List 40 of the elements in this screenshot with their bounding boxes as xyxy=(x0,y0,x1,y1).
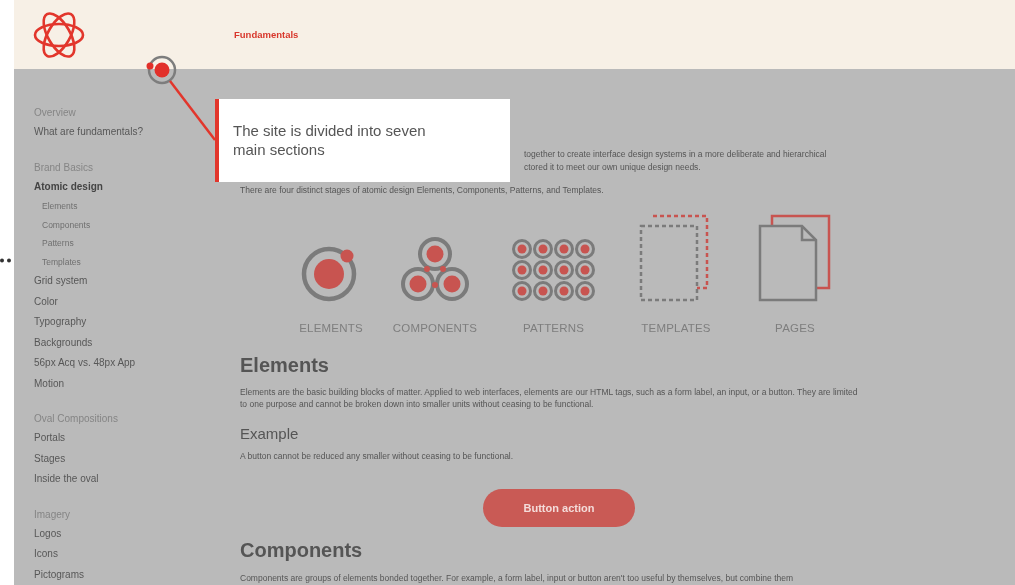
nav-item[interactable]: Color xyxy=(34,291,58,312)
nav-item[interactable]: Inside the oval xyxy=(34,469,99,490)
action-button[interactable]: Button action xyxy=(483,489,635,527)
callout-text: The site is divided into seven main sections xyxy=(233,121,427,159)
nav-item[interactable]: Atomic design xyxy=(34,176,103,197)
nav-item[interactable]: Stages xyxy=(34,448,66,469)
stage-label: PATTERNS xyxy=(522,321,585,334)
body-text: A button cannot be reduced any smaller without ceasing to be functional. xyxy=(240,449,514,462)
intro-text-line: ctored it to meet our own unique design needs. xyxy=(524,160,701,173)
stage-label: PAGES xyxy=(775,321,815,334)
body-text: Components are groups of elements bonded together. For example, a form label, input or button aren't too useful by themselves, but combine them xyxy=(240,572,794,585)
stage-label: ELEMENTS xyxy=(299,321,363,334)
nav-item[interactable]: Grid system xyxy=(34,271,88,292)
nav-item[interactable]: 56px Acq vs. 48px App xyxy=(34,353,136,374)
pages-icon xyxy=(758,213,832,302)
nav-item[interactable]: Motion xyxy=(34,373,64,394)
nav-item[interactable]: Logos xyxy=(34,523,62,544)
nav-subitem[interactable]: Components xyxy=(34,215,91,234)
nav-subitem[interactable]: Templates xyxy=(34,252,81,271)
nav-item[interactable]: Backgrounds xyxy=(34,332,93,353)
nav-subitem[interactable]: Elements xyxy=(34,197,78,216)
nav-item[interactable]: Typography xyxy=(34,312,87,333)
intro-text: There are four distinct stages of atomic design Elements, Components, Patterns, and Templates. xyxy=(240,184,604,197)
page-title: Fundamentals xyxy=(234,29,299,40)
dots-icon xyxy=(0,258,11,263)
stage-label: TEMPLATES xyxy=(641,321,711,334)
nav-item[interactable]: Pictograms xyxy=(34,564,84,585)
intro-text-line: together to create interface design systems in a more deliberate and hierarchical xyxy=(524,148,827,161)
atom-grid-icon xyxy=(511,237,596,302)
body-text: Elements are the basic building blocks of matter. Applied to web interfaces, elements are our HTML tags, such as a form label, an input, or a button. They are limited to one purpose and cannot be broken down into smaller units without ceasing to be functional. xyxy=(240,385,859,411)
nav-item[interactable]: Icons xyxy=(34,544,58,565)
nav-subitem[interactable]: Patterns xyxy=(34,234,74,253)
section-heading: Components xyxy=(240,538,363,562)
pointer-drawing xyxy=(146,55,177,85)
nav-item[interactable]: What are fundamentals? xyxy=(34,122,143,143)
nav-item[interactable]: Portals xyxy=(34,428,66,449)
subsection-heading: Example xyxy=(240,424,299,443)
stage-label: COMPONENTS xyxy=(392,321,478,334)
molecule-icon xyxy=(401,235,469,302)
section-heading: Elements xyxy=(240,352,329,377)
